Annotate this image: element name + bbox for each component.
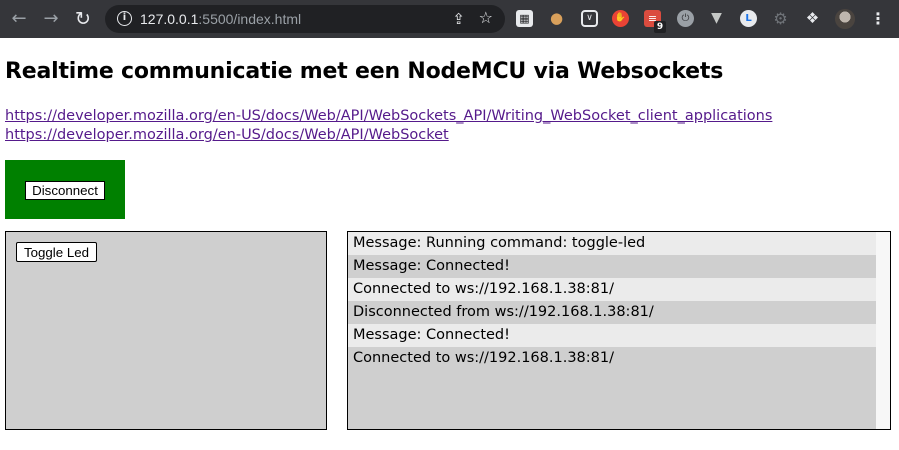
cookie-icon[interactable]: ● [548, 10, 565, 27]
bookmark-star-icon[interactable]: ☆ [479, 9, 493, 27]
log-entry: Disconnected from ws://192.168.1.38:81/ [348, 301, 876, 324]
log-entry: Connected to ws://192.168.1.38:81/ [348, 347, 876, 370]
browser-toolbar: ← → ↻ i 127.0.0.1:5500/index.html ⇪ ☆ ▦ … [0, 0, 899, 38]
vue-devtools-icon[interactable]: ▼ [708, 10, 725, 27]
url-host: 127.0.0.1 [140, 11, 199, 27]
url-path: :5500/index.html [198, 11, 302, 27]
url-text[interactable]: 127.0.0.1:5500/index.html [140, 10, 301, 28]
disconnect-button[interactable]: Disconnect [25, 181, 105, 200]
puzzle-extensions-icon[interactable]: ❖ [804, 10, 821, 27]
reference-links: https://developer.mozilla.org/en-US/docs… [5, 107, 772, 145]
share-icon[interactable]: ⇪ [452, 10, 465, 28]
arrow-right-icon[interactable]: → [41, 9, 61, 29]
toggle-led-button[interactable]: Toggle Led [16, 242, 97, 262]
more-menu-icon[interactable]: ⋮ [870, 9, 886, 29]
arrow-left-icon[interactable]: ← [9, 9, 29, 29]
stop-hand-icon[interactable]: ✋ [612, 10, 629, 27]
todoist-badge: 9 [654, 21, 666, 33]
reload-icon[interactable]: ↻ [73, 9, 93, 29]
power-icon[interactable]: ⏻ [677, 10, 694, 27]
info-icon[interactable]: i [117, 11, 132, 26]
mdn-websocket-client-link[interactable]: https://developer.mozilla.org/en-US/docs… [5, 107, 772, 126]
address-bar[interactable]: i 127.0.0.1:5500/index.html ⇪ ☆ [105, 5, 505, 33]
log-entry: Message: Running command: toggle-led [348, 232, 876, 255]
message-log-panel: Message: Running command: toggle-led Mes… [347, 231, 891, 430]
log-entry: Message: Connected! [348, 255, 876, 278]
qr-code-icon[interactable]: ▦ [516, 10, 533, 27]
connection-status-box: Disconnect [5, 160, 125, 219]
gear-icon[interactable]: ⚙ [772, 10, 789, 27]
lastpass-icon[interactable]: L [740, 10, 757, 27]
page-title: Realtime communicatie met een NodeMCU vi… [5, 59, 724, 84]
log-entry: Message: Connected! [348, 324, 876, 347]
log-scrollbar[interactable] [876, 232, 890, 429]
profile-avatar[interactable] [835, 9, 855, 29]
log-entry: Connected to ws://192.168.1.38:81/ [348, 278, 876, 301]
message-log: Message: Running command: toggle-led Mes… [348, 232, 876, 429]
mdn-websocket-api-link[interactable]: https://developer.mozilla.org/en-US/docs… [5, 126, 772, 145]
pocket-icon[interactable]: ∨ [581, 10, 598, 27]
controls-panel: Toggle Led [5, 231, 327, 430]
